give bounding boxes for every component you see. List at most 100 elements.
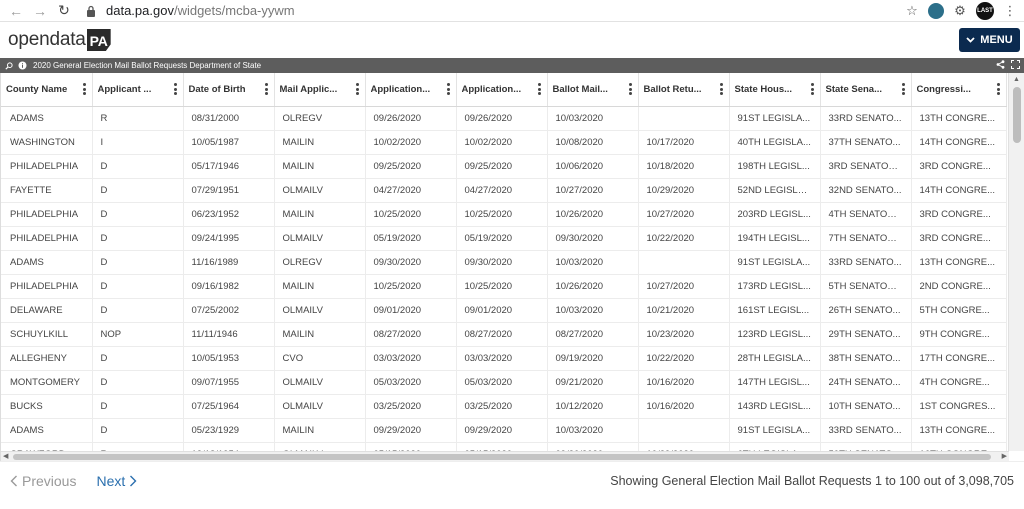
column-header[interactable]: Congressi... (911, 73, 1007, 107)
column-header[interactable]: Application... (365, 73, 457, 107)
table-row[interactable]: WASHINGTON I 10/05/1987 MAILIN 10/02/2020 10/… (1, 130, 1007, 155)
table-cell: D (92, 346, 184, 371)
column-header[interactable]: County Name (1, 73, 93, 107)
column-header[interactable]: Date of Birth (183, 73, 275, 107)
table-cell: MAILIN (274, 322, 366, 347)
column-header[interactable]: Ballot Mail... (547, 73, 639, 107)
table-cell: 08/27/2020 (547, 322, 639, 347)
table-cell: 14TH CONGRE... (911, 178, 1007, 203)
table-row[interactable]: PHILADELPHIA D 09/16/1982 MAILIN 10/25/2020 1… (1, 274, 1007, 299)
table-cell: 10/16/2020 (638, 370, 730, 395)
column-header[interactable]: Application... (456, 73, 548, 107)
data-table: County Name Applicant ... Date of Birth Mai… (1, 73, 1007, 461)
column-menu-icon[interactable] (537, 83, 541, 95)
table-row[interactable]: ADAMS D 05/23/1929 MAILIN 09/29/2020 09/29/20… (1, 418, 1007, 443)
table-row[interactable]: PHILADELPHIA D 09/24/1995 OLMAILV 05/19/2020… (1, 226, 1007, 251)
table-cell: 9TH CONGRE... (911, 322, 1007, 347)
table-cell: 10/03/2020 (547, 250, 639, 275)
table-cell: FAYETTE (1, 178, 93, 203)
table-cell: 05/03/2020 (456, 370, 548, 395)
table-cell: 10/18/2020 (638, 154, 730, 179)
column-menu-icon[interactable] (446, 83, 450, 95)
table-row[interactable]: ADAMS R 08/31/2000 OLREGV 09/26/2020 09/26/20… (1, 106, 1007, 131)
table-cell: 10/25/2020 (456, 274, 548, 299)
bookmark-star-icon[interactable]: ☆ (904, 3, 920, 19)
table-cell: 10/17/2020 (638, 130, 730, 155)
table-row[interactable]: BUCKS D 07/25/1964 OLMAILV 03/25/2020 03/25/2… (1, 394, 1007, 419)
table-cell: 32ND SENATO... (820, 178, 912, 203)
table-row[interactable]: ADAMS D 11/16/1989 OLREGV 09/30/2020 09/30/20… (1, 250, 1007, 275)
column-menu-icon[interactable] (82, 83, 86, 95)
column-menu-icon[interactable] (719, 83, 723, 95)
table-cell: 11/11/1946 (183, 322, 275, 347)
table-cell: 7TH SENATORI... (820, 226, 912, 251)
column-header[interactable]: State Sena... (820, 73, 912, 107)
profile-avatar[interactable]: LAST (976, 1, 994, 20)
previous-page-link[interactable]: Previous (10, 473, 76, 489)
table-cell: PHILADELPHIA (1, 202, 93, 227)
address-bar[interactable]: data.pa.gov/widgets/mcba-yywm (86, 1, 904, 21)
table-cell: 1ST CONGRES... (911, 394, 1007, 419)
table-cell: 09/24/1995 (183, 226, 275, 251)
share-icon[interactable] (996, 60, 1005, 71)
next-page-link[interactable]: Next (96, 473, 137, 489)
table-cell: CVO (274, 346, 366, 371)
column-header[interactable]: Mail Applic... (274, 73, 366, 107)
column-header[interactable]: Applicant ... (92, 73, 184, 107)
table-cell: 10/05/1987 (183, 130, 275, 155)
back-arrow-icon[interactable]: ← (6, 1, 26, 21)
widget-title-bar: 2020 General Election Mail Ballot Reques… (0, 58, 1024, 73)
table-cell: D (92, 274, 184, 299)
column-header-label: State Sena... (825, 83, 883, 95)
table-cell: 203RD LEGISL... (729, 202, 821, 227)
table-cell: OLREGV (274, 106, 366, 131)
table-row[interactable]: DELAWARE D 07/25/2002 OLMAILV 09/01/2020 09/0… (1, 298, 1007, 323)
column-menu-icon[interactable] (996, 83, 1000, 95)
scroll-right-icon[interactable]: ▶ (1002, 452, 1007, 461)
info-icon[interactable] (17, 61, 27, 71)
column-menu-icon[interactable] (173, 83, 177, 95)
table-row[interactable]: ALLEGHENY D 10/05/1953 CVO 03/03/2020 03/03/2… (1, 346, 1007, 371)
column-menu-icon[interactable] (901, 83, 905, 95)
column-header[interactable]: Ballot Retu... (638, 73, 730, 107)
table-cell: 3RD SENATOR... (820, 154, 912, 179)
table-cell: 09/26/2020 (456, 106, 548, 131)
horizontal-scrollbar[interactable]: ◀ ▶ (1, 451, 1009, 461)
table-cell: 10/12/2020 (547, 394, 639, 419)
table-row[interactable]: FAYETTE D 07/29/1951 OLMAILV 04/27/2020 04/27… (1, 178, 1007, 203)
table-row[interactable]: MONTGOMERY D 09/07/1955 OLMAILV 05/03/2020 05… (1, 370, 1007, 395)
vertical-scroll-thumb[interactable] (1013, 87, 1021, 143)
vertical-scrollbar[interactable]: ▲ (1008, 73, 1024, 451)
table-cell: 10/05/1953 (183, 346, 275, 371)
scroll-left-icon[interactable]: ◀ (3, 452, 8, 461)
table-body: ADAMS R 08/31/2000 OLREGV 09/26/2020 09/26/20… (1, 106, 1007, 461)
table-cell: 3RD CONGRE... (911, 154, 1007, 179)
column-menu-icon[interactable] (628, 83, 632, 95)
menu-button[interactable]: MENU (959, 28, 1020, 52)
horizontal-scroll-thumb[interactable] (13, 454, 991, 460)
table-cell: 28TH LEGISLA... (729, 346, 821, 371)
fullscreen-icon[interactable] (1011, 60, 1020, 71)
table-row[interactable]: PHILADELPHIA D 05/17/1946 MAILIN 09/25/2020 0… (1, 154, 1007, 179)
column-header[interactable]: State Hous... (729, 73, 821, 107)
table-row[interactable]: SCHUYLKILL NOP 11/11/1946 MAILIN 08/27/2020 0… (1, 322, 1007, 347)
table-cell: 09/07/1955 (183, 370, 275, 395)
column-menu-icon[interactable] (264, 83, 268, 95)
forward-arrow-icon[interactable]: → (30, 1, 50, 21)
extension-icon[interactable] (928, 2, 944, 19)
column-menu-icon[interactable] (810, 83, 814, 95)
search-icon[interactable] (4, 61, 14, 71)
puzzle-icon[interactable]: ⚙ (952, 3, 968, 19)
table-cell: 2ND CONGRE... (911, 274, 1007, 299)
table-cell: 33RD SENATO... (820, 106, 912, 131)
table-cell: 4TH SENATORI... (820, 202, 912, 227)
column-menu-icon[interactable] (355, 83, 359, 95)
reload-icon[interactable]: ↻ (54, 1, 74, 21)
opendatapa-logo[interactable]: opendata PA (8, 29, 111, 51)
table-cell: 17TH CONGRE... (911, 346, 1007, 371)
table-row[interactable]: PHILADELPHIA D 06/23/1952 MAILIN 10/25/2020 1… (1, 202, 1007, 227)
table-cell: PHILADELPHIA (1, 154, 93, 179)
more-vert-icon[interactable]: ⋮ (1002, 3, 1018, 19)
table-cell: D (92, 370, 184, 395)
scroll-up-icon[interactable]: ▲ (1009, 73, 1024, 85)
